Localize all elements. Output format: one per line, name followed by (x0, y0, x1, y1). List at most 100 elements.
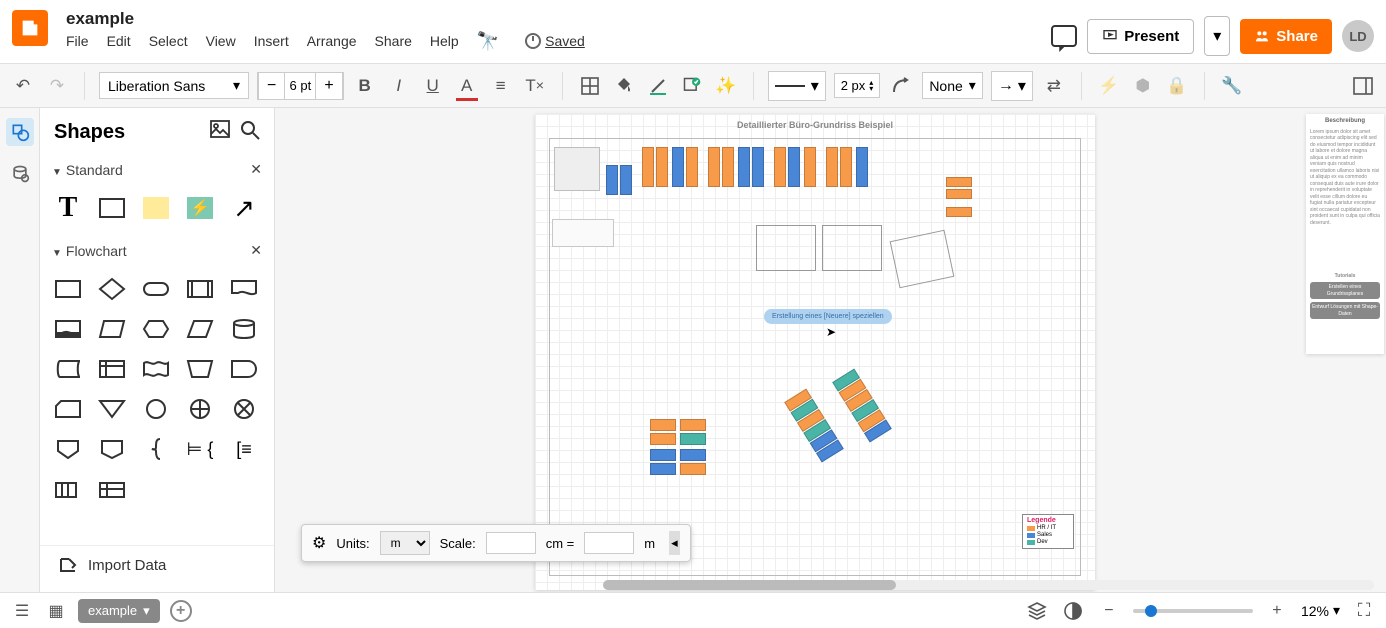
document-title[interactable]: example (66, 10, 1051, 29)
shape-options-button[interactable] (679, 73, 705, 99)
scale-toolbar[interactable]: ⚙ Units: m Scale: cm = m ◂ (301, 524, 691, 562)
line-width-input[interactable]: 2 px▴▾ (834, 73, 881, 98)
shape-card[interactable] (50, 393, 86, 425)
list-view-icon[interactable]: ☰ (10, 599, 34, 623)
menu-help[interactable]: Help (430, 33, 459, 49)
zoom-in-button[interactable]: + (1265, 599, 1289, 623)
close-icon[interactable]: ✕ (250, 242, 262, 259)
menu-edit[interactable]: Edit (107, 33, 131, 49)
swap-endpoints-button[interactable]: ⇄ (1041, 73, 1067, 99)
redo-button[interactable]: ↷ (44, 73, 70, 99)
category-flowchart[interactable]: ▼Flowchart ✕ (40, 234, 274, 267)
arrow-end-select[interactable]: →▾ (991, 71, 1033, 101)
line-style-select[interactable]: ▾ (768, 71, 826, 101)
magic-button[interactable]: ✨ (713, 73, 739, 99)
shape-text[interactable]: T (50, 192, 86, 224)
line-curve-button[interactable] (888, 73, 914, 99)
shape-action[interactable]: ⚡ (182, 192, 218, 224)
flash-button[interactable]: ⚡ (1096, 73, 1122, 99)
italic-button[interactable]: I (386, 73, 412, 99)
image-icon[interactable] (210, 120, 230, 145)
present-dropdown[interactable]: ▾ (1204, 16, 1230, 56)
app-logo[interactable] (12, 10, 48, 46)
shape-offpage-down[interactable] (94, 433, 130, 465)
font-size-stepper[interactable]: − + (257, 72, 344, 100)
units-select[interactable]: m (380, 531, 430, 555)
menu-view[interactable]: View (206, 33, 236, 49)
panel-toggle-button[interactable] (1350, 73, 1376, 99)
shape-card2[interactable] (94, 473, 130, 505)
clear-format-button[interactable]: T× (522, 73, 548, 99)
contrast-icon[interactable] (1061, 599, 1085, 623)
menu-share[interactable]: Share (375, 33, 412, 49)
shape-table-small[interactable] (50, 473, 86, 505)
zoom-value[interactable]: 12%▾ (1301, 602, 1340, 619)
collapse-scale-bar[interactable]: ◂ (669, 531, 680, 555)
shape-predefined[interactable] (182, 273, 218, 305)
share-button[interactable]: Share (1240, 19, 1332, 54)
shape-brace-left[interactable] (138, 433, 174, 465)
scale-input-1[interactable] (486, 532, 536, 554)
align-button[interactable]: ≡ (488, 73, 514, 99)
zoom-out-button[interactable]: − (1097, 599, 1121, 623)
grid-view-icon[interactable]: ▦ (44, 599, 68, 623)
shape-parallelogram[interactable] (182, 313, 218, 345)
shape-or[interactable] (226, 393, 262, 425)
menu-select[interactable]: Select (149, 33, 188, 49)
fill-table-button[interactable] (577, 73, 603, 99)
shape-internal[interactable] (94, 353, 130, 385)
gear-icon[interactable]: ⚙ (312, 533, 326, 553)
underline-button[interactable]: U (420, 73, 446, 99)
scale-input-2[interactable] (584, 532, 634, 554)
rail-shapes[interactable] (6, 118, 34, 146)
shape-document[interactable] (226, 273, 262, 305)
shape-cylinder[interactable] (226, 313, 262, 345)
fullscreen-icon[interactable]: ⛶ (1352, 599, 1376, 623)
saved-status[interactable]: Saved (525, 33, 585, 49)
shape-data-io[interactable] (94, 313, 130, 345)
arrow-start-select[interactable]: None▾ (922, 72, 983, 99)
rail-data[interactable] (6, 160, 34, 188)
menu-file[interactable]: File (66, 33, 89, 49)
present-button[interactable]: Present (1087, 19, 1194, 54)
undo-button[interactable]: ↶ (10, 73, 36, 99)
shape-display[interactable] (50, 313, 86, 345)
shape-stored-data[interactable] (50, 353, 86, 385)
shape-terminator[interactable] (138, 273, 174, 305)
search-shapes-icon[interactable] (240, 120, 260, 145)
fill-color-button[interactable] (611, 73, 637, 99)
find-icon[interactable]: 🔭 (477, 31, 499, 52)
shape-rect[interactable] (94, 192, 130, 224)
shape-manual-op[interactable] (182, 353, 218, 385)
category-standard[interactable]: ▼Standard ✕ (40, 153, 274, 186)
horizontal-scrollbar[interactable] (603, 580, 1374, 590)
shape-decision[interactable] (94, 273, 130, 305)
bold-button[interactable]: B (352, 73, 378, 99)
menu-insert[interactable]: Insert (254, 33, 289, 49)
tutorial-button-2[interactable]: Entwurf Lösungen mit Shape-Daten (1310, 302, 1380, 319)
menu-arrange[interactable]: Arrange (307, 33, 357, 49)
lock-button[interactable]: 🔒 (1164, 73, 1190, 99)
shape-arrow-line[interactable]: ↗ (226, 192, 262, 224)
shape-process[interactable] (50, 273, 86, 305)
font-size-decrease[interactable]: − (258, 73, 285, 99)
border-color-button[interactable] (645, 73, 671, 99)
comments-icon[interactable] (1051, 25, 1077, 47)
close-icon[interactable]: ✕ (250, 161, 262, 178)
shape-connector[interactable] (138, 393, 174, 425)
home-button[interactable]: ⬢ (1130, 73, 1156, 99)
callout-bubble[interactable]: Erstellung eines [Neuere] speziellen (764, 309, 892, 324)
shape-assign[interactable]: ⊨ { (182, 433, 218, 465)
font-size-input[interactable] (285, 78, 315, 93)
page-tab[interactable]: example▾ (78, 599, 160, 623)
shape-delay[interactable] (226, 353, 262, 385)
shape-tape[interactable] (138, 353, 174, 385)
canvas-page[interactable]: Detaillierter Büro-Grundriss Beispiel (535, 114, 1095, 590)
tutorial-button-1[interactable]: Erstellen eines Grundrissplanes (1310, 282, 1380, 299)
shape-offpage-up[interactable] (50, 433, 86, 465)
zoom-slider[interactable] (1133, 609, 1253, 613)
font-select[interactable]: Liberation Sans▾ (99, 72, 249, 99)
add-page-button[interactable]: + (170, 600, 192, 622)
layers-icon[interactable] (1025, 599, 1049, 623)
shape-merge[interactable] (94, 393, 130, 425)
